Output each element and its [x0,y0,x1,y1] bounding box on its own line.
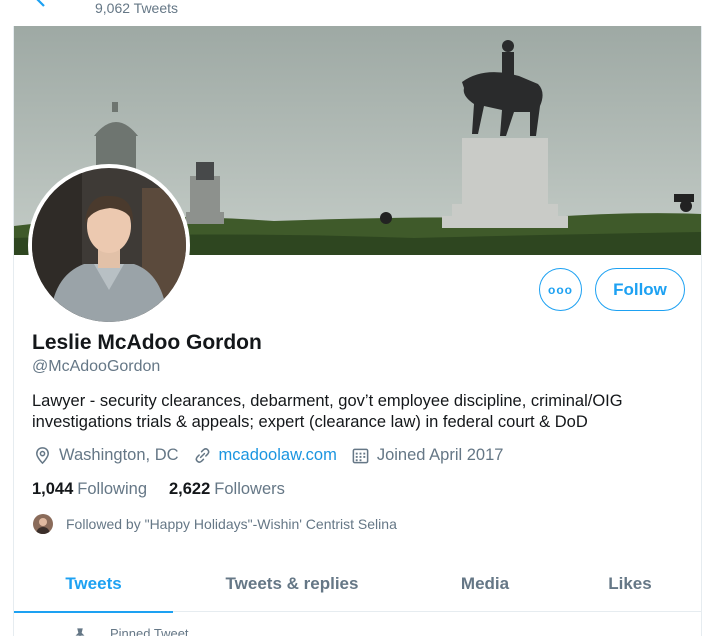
follow-button[interactable]: Follow [595,268,685,311]
profile-avatar[interactable] [28,164,190,326]
location: Washington, DC [33,446,179,465]
more-options-icon: ooo [548,282,573,297]
following-stat[interactable]: 1,044 Following [32,480,147,499]
back-arrow-icon[interactable] [34,0,54,10]
joined-date: Joined April 2017 [351,446,504,465]
joined-text: Joined April 2017 [376,446,504,464]
pinned-text: Pinned Tweet [110,626,189,636]
pin-icon [75,627,85,636]
location-text: Washington, DC [59,446,179,464]
website-link[interactable]: mcadoolaw.com [219,446,337,465]
tab-tweets-replies[interactable]: Tweets & replies [173,556,411,612]
column-border-right [701,26,702,636]
profile-bio: Lawyer - security clearances, debarment,… [32,392,623,431]
profile-tabs: Tweets Tweets & replies Media Likes [14,556,701,613]
tweet-count: 9,062 Tweets [95,0,179,16]
followers-label: Followers [214,480,285,498]
followed-by-text: Followed by "Happy Holidays"-Wishin' Cen… [66,516,397,532]
tab-likes[interactable]: Likes [559,556,701,612]
profile-meta: Washington, DC mcadoolaw.com Joined Apri… [33,446,517,465]
followed-by[interactable]: Followed by "Happy Holidays"-Wishin' Cen… [33,514,397,534]
profile-handle: @McAdooGordon [32,358,161,375]
top-bar: 9,062 Tweets [0,0,710,26]
followers-stat[interactable]: 2,622 Followers [169,480,285,499]
calendar-icon [352,448,369,464]
following-label: Following [77,480,147,498]
pinned-tweet-label: Pinned Tweet [60,626,189,636]
followers-count: 2,622 [169,480,211,498]
website: mcadoolaw.com [193,446,337,465]
profile-stats: 1,044 Following 2,622 Followers [32,480,307,499]
follower-avatar [33,514,53,534]
link-icon [195,448,209,463]
profile-name: Leslie McAdoo Gordon [32,331,262,354]
more-options-button[interactable]: ooo [539,268,582,311]
following-count: 1,044 [32,480,74,498]
location-pin-icon [36,447,49,465]
tab-media[interactable]: Media [411,556,559,612]
tab-tweets[interactable]: Tweets [14,556,173,613]
